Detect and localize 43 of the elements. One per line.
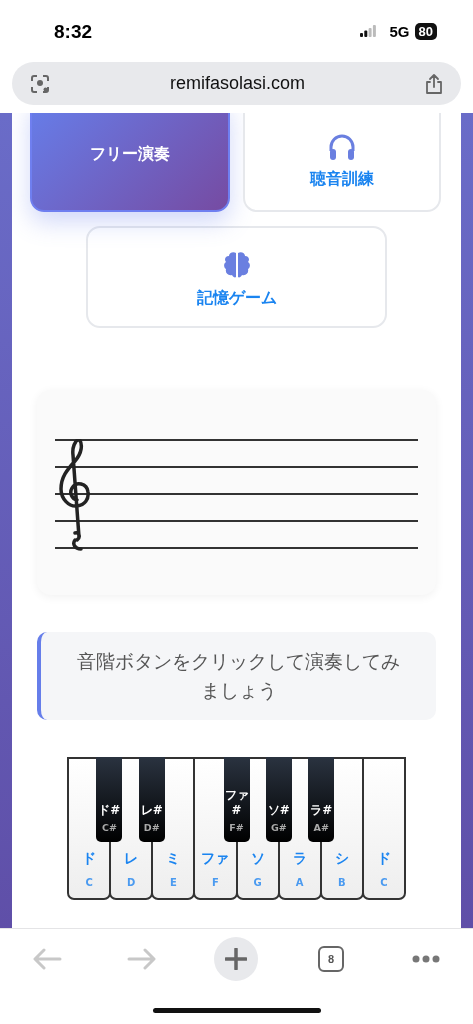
tab-count-button[interactable]: 8 bbox=[318, 946, 345, 972]
key-solfege: ミ bbox=[166, 850, 181, 868]
new-tab-button[interactable] bbox=[214, 937, 259, 981]
sharp-key[interactable]: ラ# A# bbox=[308, 757, 335, 842]
key-letter: C bbox=[380, 877, 388, 888]
key-letter: E bbox=[169, 877, 177, 888]
mode-card[interactable]: 聴音訓練 bbox=[243, 113, 441, 212]
brain-icon bbox=[221, 250, 252, 280]
battery-level: 80 bbox=[414, 22, 437, 40]
key-solfege: シ bbox=[334, 850, 349, 868]
piano-key[interactable]: ド C bbox=[361, 757, 406, 900]
key-solfege: ラ bbox=[292, 850, 307, 868]
key-letter: F bbox=[212, 877, 219, 888]
share-icon[interactable] bbox=[425, 72, 443, 95]
key-solfege: ド bbox=[376, 850, 391, 868]
sharp-key[interactable]: レ# D# bbox=[138, 757, 165, 842]
key-letter: D bbox=[127, 877, 136, 888]
sharp-key[interactable]: ソ# G# bbox=[265, 757, 292, 842]
key-letter: G bbox=[253, 877, 262, 888]
key-solfege: ファ bbox=[201, 850, 230, 868]
mode-card[interactable]: フリー演奏 bbox=[30, 113, 230, 212]
key-solfege: ソ bbox=[250, 850, 265, 868]
key-letter: C bbox=[85, 877, 93, 888]
mode-label: 聴音訓練 bbox=[310, 169, 374, 190]
key-letter: B bbox=[338, 877, 346, 888]
signal-icon bbox=[359, 25, 376, 37]
sharp-key[interactable]: ファ# F# bbox=[223, 757, 250, 842]
instruction-message: 音階ボタンをクリックして演奏してみましょう bbox=[37, 632, 436, 720]
mode-label: 記憶ゲーム bbox=[196, 288, 277, 309]
network-label: 5G bbox=[389, 22, 410, 40]
lens-icon[interactable] bbox=[30, 73, 50, 94]
clock-time: 8:32 bbox=[54, 21, 94, 43]
key-solfege: レ bbox=[124, 850, 139, 868]
mode-card[interactable]: 記憶ゲーム bbox=[86, 226, 387, 328]
address-bar[interactable]: remifasolasi.com bbox=[12, 62, 461, 105]
more-icon[interactable] bbox=[411, 955, 440, 963]
plus-icon bbox=[225, 948, 248, 970]
headphones-icon bbox=[328, 133, 356, 161]
sharp-key[interactable]: ド# C# bbox=[96, 757, 123, 842]
key-solfege: ド bbox=[82, 850, 97, 868]
treble-clef-icon bbox=[59, 439, 90, 551]
key-letter: A bbox=[295, 877, 304, 888]
mode-label: フリー演奏 bbox=[90, 144, 170, 165]
